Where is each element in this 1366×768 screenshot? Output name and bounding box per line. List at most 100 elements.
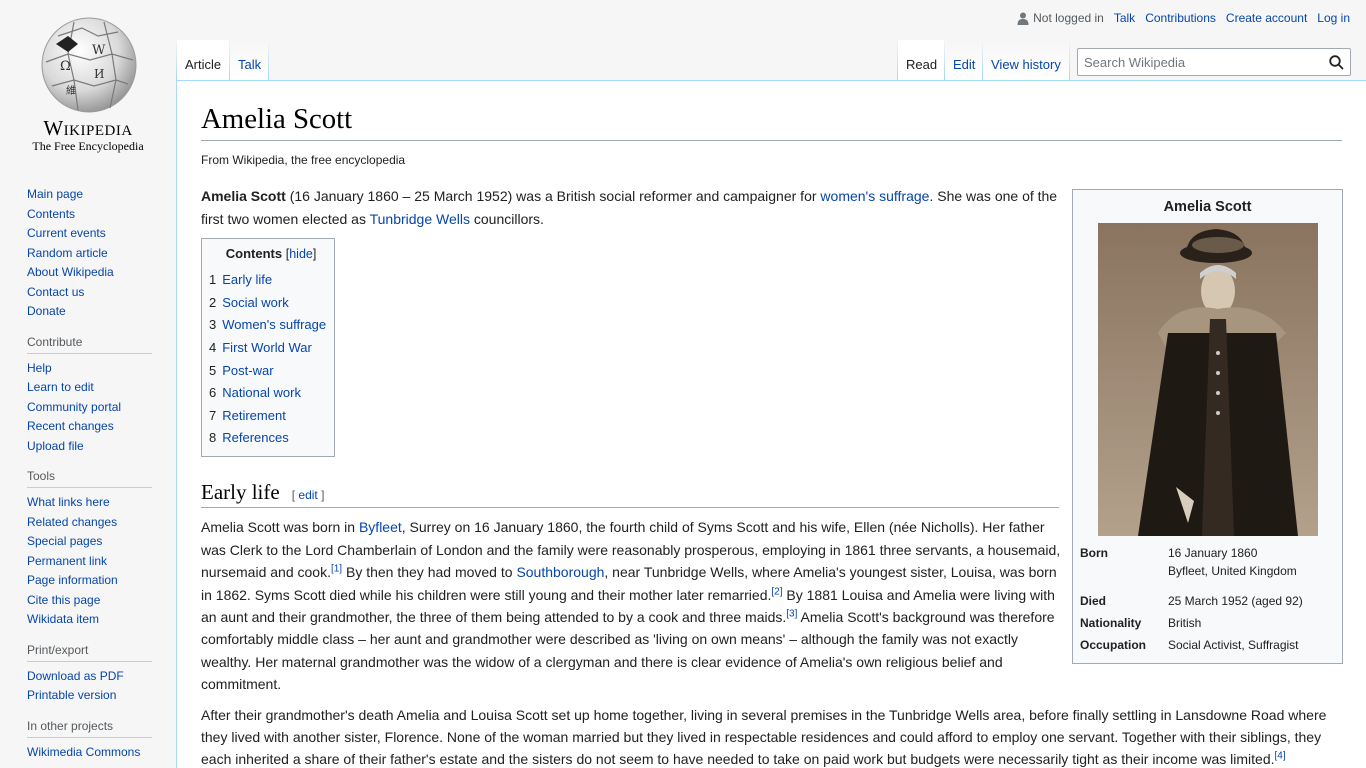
sidebar-item-download-as-pdf[interactable]: Download as PDF <box>27 669 124 683</box>
tab-view-history-label[interactable]: View history <box>991 57 1061 72</box>
tab-article[interactable]: Article <box>177 40 229 80</box>
toc-item[interactable]: 6 National work <box>209 382 326 405</box>
toc-link[interactable]: Early life <box>222 272 272 287</box>
sidebar-item-main-page[interactable]: Main page <box>27 187 83 201</box>
sidebar-item-learn-to-edit[interactable]: Learn to edit <box>27 380 94 394</box>
sidebar-item: Cite this page <box>27 591 176 611</box>
tab-edit[interactable]: Edit <box>945 40 982 80</box>
sidebar-projects-list: Wikimedia Commons <box>27 743 176 763</box>
search-box <box>1077 48 1351 76</box>
tab-talk[interactable]: Talk <box>230 40 268 80</box>
toc-link[interactable]: Women's suffrage <box>222 317 326 332</box>
toc-item[interactable]: 8 References <box>209 427 326 450</box>
toc-link[interactable]: Retirement <box>222 408 286 423</box>
reference-4[interactable]: [4] <box>1275 751 1286 762</box>
toc-item[interactable]: 7 Retirement <box>209 405 326 428</box>
sidebar-item-cite-this-page[interactable]: Cite this page <box>27 593 100 607</box>
sidebar-print: Print/export Download as PDF Printable ve… <box>0 643 176 706</box>
sidebar-item: Printable version <box>27 686 176 706</box>
sidebar-item-wikimedia-commons[interactable]: Wikimedia Commons <box>27 745 140 759</box>
sidebar-item-related-changes[interactable]: Related changes <box>27 515 117 529</box>
toc-hide-link[interactable]: hide <box>289 247 313 261</box>
toc-number: 8 <box>209 430 217 446</box>
toc-number: 1 <box>209 272 217 288</box>
link-tunbridge-wells[interactable]: Tunbridge Wells <box>370 211 470 227</box>
tab-edit-label[interactable]: Edit <box>953 57 975 72</box>
sidebar-item-contents[interactable]: Contents <box>27 207 75 221</box>
personal-tools: Not logged in Talk Contributions Create … <box>1017 11 1350 25</box>
sidebar-item-contact-us[interactable]: Contact us <box>27 285 84 299</box>
sidebar-item-wikidata-item[interactable]: Wikidata item <box>27 612 99 626</box>
lead-text: (16 January 1860 – 25 March 1952) was a … <box>285 188 821 205</box>
toc-list: 1 Early life 2 Social work 3 Women's suffrage… <box>209 269 326 450</box>
section-edit-link[interactable]: edit <box>298 488 317 502</box>
sidebar-item-donate[interactable]: Donate <box>27 304 66 318</box>
toc-number: 6 <box>209 385 217 401</box>
sidebar-item: Upload file <box>27 437 176 457</box>
link-southborough[interactable]: Southborough <box>516 564 604 580</box>
toc-link[interactable]: Post-war <box>222 363 273 378</box>
toc-link[interactable]: References <box>222 430 288 445</box>
portrait-photo[interactable] <box>1097 222 1318 536</box>
toc-heading: Contents <box>225 246 283 262</box>
personal-contributions-link[interactable]: Contributions <box>1145 11 1216 25</box>
reference-3[interactable]: [3] <box>786 608 797 619</box>
search-icon <box>1328 54 1344 70</box>
tab-read[interactable]: Read <box>898 40 944 80</box>
toc-number: 5 <box>209 362 217 378</box>
toc-number: 4 <box>209 340 217 356</box>
tab-talk-label[interactable]: Talk <box>238 57 261 72</box>
sidebar-tools: Tools What links here Related changes Spec… <box>0 469 176 630</box>
toc-item[interactable]: 1 Early life <box>209 269 326 292</box>
sidebar-item: Permanent link <box>27 552 176 572</box>
reference-2[interactable]: [2] <box>771 586 782 597</box>
search-button[interactable] <box>1322 49 1350 75</box>
wikipedia-logo[interactable]: W Ω И 維 Wikipedia The Free Encyclopedia <box>0 0 176 160</box>
search-input[interactable] <box>1078 49 1322 75</box>
sidebar-item-about-wikipedia[interactable]: About Wikipedia <box>27 265 114 279</box>
sidebar-item-upload-file[interactable]: Upload file <box>27 439 84 453</box>
sidebar-item-special-pages[interactable]: Special pages <box>27 534 102 548</box>
toc-item[interactable]: 5 Post-war <box>209 360 326 383</box>
toc-item[interactable]: 2 Social work <box>209 292 326 315</box>
toc-item[interactable]: 3 Women's suffrage <box>209 314 326 337</box>
not-logged-in-label: Not logged in <box>1033 11 1104 25</box>
infobox-row-born: Born 16 January 1860 Byfleet, United Kin… <box>1076 542 1339 582</box>
section-edit: [ edit ] <box>291 487 325 502</box>
section-heading-early-life: Early life [ edit ] <box>201 479 1059 509</box>
toc-link[interactable]: Social work <box>222 295 288 310</box>
create-account-link[interactable]: Create account <box>1226 11 1307 25</box>
sidebar-item-what-links-here[interactable]: What links here <box>27 495 110 509</box>
sidebar-item-printable-version[interactable]: Printable version <box>27 688 116 702</box>
infobox-label: Died <box>1080 593 1107 608</box>
svg-text:維: 維 <box>66 84 76 97</box>
sidebar-item: Contact us <box>27 283 176 303</box>
toc-item[interactable]: 4 First World War <box>209 337 326 360</box>
sidebar-item-help[interactable]: Help <box>27 361 52 375</box>
svg-text:W: W <box>92 43 106 58</box>
toc-link[interactable]: First World War <box>222 340 312 355</box>
infobox-value: British <box>1168 615 1202 630</box>
login-link[interactable]: Log in <box>1317 11 1350 25</box>
infobox-value: 25 March 1952 (aged 92) <box>1168 593 1303 608</box>
lead-paragraph: Amelia Scott (16 January 1860 – 25 March… <box>201 185 1061 230</box>
link-womens-suffrage[interactable]: women's suffrage <box>820 188 929 204</box>
sidebar-navigation: Main page Contents Current events Random ar… <box>0 185 176 322</box>
table-of-contents: Contents [hide] 1 Early life 2 Social work 3… <box>201 238 336 457</box>
toc-link[interactable]: National work <box>222 385 301 400</box>
infobox-row-nationality: Nationality British <box>1076 612 1339 634</box>
personal-talk-link[interactable]: Talk <box>1114 11 1135 25</box>
tab-view-history[interactable]: View history <box>983 40 1069 80</box>
sidebar-item-current-events[interactable]: Current events <box>27 226 106 240</box>
toc-number: 7 <box>209 407 217 423</box>
early-life-paragraph-2: After their grandmother's death Amelia a… <box>201 704 1331 768</box>
sidebar-item-community-portal[interactable]: Community portal <box>27 400 121 414</box>
sidebar-print-list: Download as PDF Printable version <box>27 667 176 706</box>
link-byfleet[interactable]: Byfleet <box>359 519 402 535</box>
sidebar-item-page-information[interactable]: Page information <box>27 573 118 587</box>
sidebar-item-permanent-link[interactable]: Permanent link <box>27 554 107 568</box>
sidebar-item-random-article[interactable]: Random article <box>27 246 108 260</box>
reference-1[interactable]: [1] <box>331 563 342 574</box>
sidebar-item: Donate <box>27 302 176 322</box>
sidebar-item-recent-changes[interactable]: Recent changes <box>27 419 114 433</box>
